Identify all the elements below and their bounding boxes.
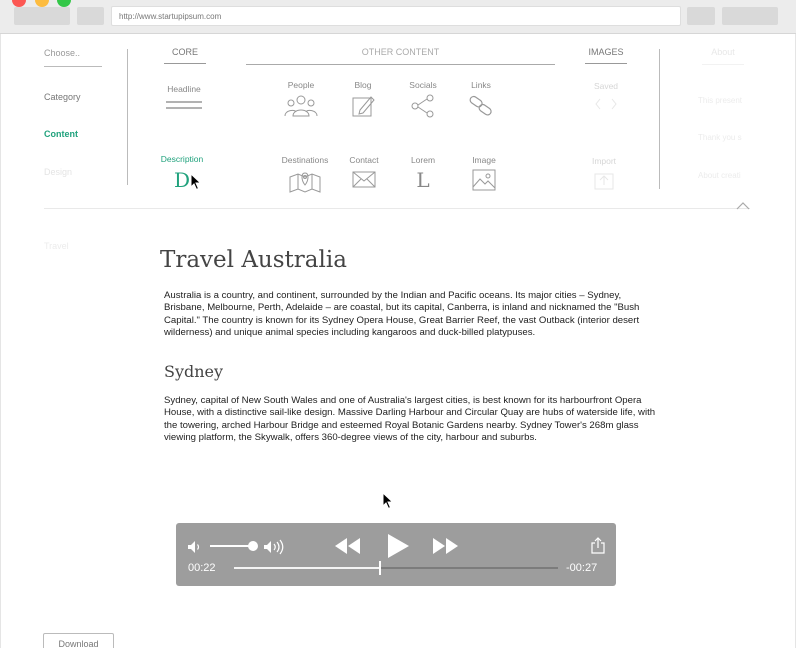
download-button[interactable]: Download — [43, 633, 114, 648]
remaining-time: -00:27 — [566, 562, 598, 574]
envelope-icon — [352, 171, 376, 188]
tab-other-content[interactable]: OTHER CONTENT — [246, 47, 555, 65]
widget-label: Destinations — [281, 155, 329, 165]
sidebar-toggle-button[interactable] — [77, 7, 104, 25]
play-icon[interactable] — [386, 533, 410, 559]
widget-import[interactable]: Import — [579, 156, 629, 190]
seek-bar-handle[interactable] — [379, 561, 381, 575]
image-icon — [472, 169, 496, 191]
widget-label: Socials — [409, 80, 437, 90]
tab-core[interactable]: CORE — [164, 47, 206, 64]
minimize-window-button[interactable] — [35, 0, 49, 7]
page-title: Travel Australia — [160, 247, 347, 273]
seek-bar-progress — [234, 567, 380, 569]
chevron-up-icon[interactable] — [735, 201, 751, 211]
sidebar-item-travel[interactable]: Travel — [44, 241, 69, 251]
faint-item-3: About creati — [698, 171, 741, 180]
back-forward-button[interactable] — [14, 7, 70, 25]
widget-lorem[interactable]: Lorem L — [398, 155, 448, 192]
mouse-cursor-icon — [190, 173, 202, 191]
tab-images[interactable]: IMAGES — [585, 47, 627, 64]
widget-label: Links — [471, 80, 491, 90]
widget-links[interactable]: Links — [456, 80, 506, 118]
widget-destinations[interactable]: Destinations — [280, 155, 330, 193]
choose-dropdown[interactable]: Choose.. — [44, 48, 102, 67]
blog-edit-icon — [352, 96, 375, 117]
widget-label: Image — [472, 155, 496, 165]
lorem-text-icon: L — [416, 168, 430, 192]
fast-forward-icon[interactable] — [431, 537, 459, 555]
widget-saved[interactable]: Saved — [581, 81, 631, 113]
map-pin-icon — [289, 172, 321, 193]
tabs-button[interactable] — [722, 7, 778, 25]
close-window-button[interactable] — [12, 0, 26, 7]
widget-socials[interactable]: Socials — [398, 80, 448, 118]
sidebar-item-content[interactable]: Content — [44, 129, 78, 139]
share-icon[interactable] — [591, 537, 605, 554]
widget-label: Import — [591, 156, 617, 166]
widget-label: Lorem — [410, 155, 436, 165]
widget-label: People — [287, 80, 315, 90]
browser-toolbar: http://www.startupipsum.com — [0, 0, 796, 34]
sidebar-item-design[interactable]: Design — [44, 167, 72, 177]
import-icon — [594, 173, 614, 190]
volume-slider-knob[interactable] — [248, 541, 258, 551]
widget-label: Headline — [167, 84, 201, 94]
widget-headline[interactable]: Headline — [159, 84, 209, 112]
faint-item-2: Thank you s — [698, 133, 742, 142]
widget-label: Blog — [354, 80, 372, 90]
widget-contact[interactable]: Contact — [339, 155, 389, 189]
volume-max-icon[interactable] — [263, 539, 287, 555]
section-heading: Sydney — [164, 362, 224, 381]
widget-label: Description — [160, 154, 204, 164]
share-nodes-icon — [411, 94, 434, 118]
tab-about[interactable]: About — [702, 47, 744, 65]
editor-divider — [44, 208, 750, 209]
section-paragraph: Sydney, capital of New South Wales and o… — [164, 395, 656, 443]
mouse-cursor-icon — [382, 492, 394, 510]
rewind-icon[interactable] — [334, 537, 362, 555]
widget-blog[interactable]: Blog — [338, 80, 388, 118]
address-bar[interactable]: http://www.startupipsum.com — [111, 6, 681, 26]
volume-mute-icon[interactable] — [187, 540, 203, 554]
widget-people[interactable]: People — [276, 80, 326, 118]
share-button[interactable] — [687, 7, 715, 25]
zoom-window-button[interactable] — [57, 0, 71, 7]
people-icon — [284, 95, 318, 117]
headline-icon — [166, 101, 202, 109]
volume-slider[interactable] — [210, 545, 252, 547]
sidebar-item-category[interactable]: Category — [44, 92, 81, 102]
faint-item-1: This present — [698, 96, 743, 105]
widget-label: Saved — [593, 81, 619, 91]
sidebar-divider — [127, 49, 128, 185]
intro-paragraph: Australia is a country, and continent, s… — [164, 290, 640, 338]
elapsed-time: 00:22 — [188, 562, 216, 574]
saved-icon — [595, 98, 617, 110]
chain-link-icon — [469, 95, 492, 116]
widget-label: Contact — [349, 155, 379, 165]
widget-image[interactable]: Image — [459, 155, 509, 191]
panel-divider — [659, 49, 660, 189]
